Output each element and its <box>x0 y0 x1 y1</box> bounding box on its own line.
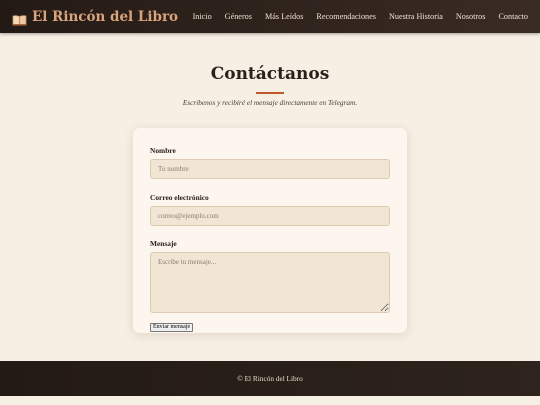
nav-item-nosotros[interactable]: Nosotros <box>456 12 486 21</box>
email-input[interactable] <box>150 206 390 226</box>
name-input[interactable] <box>150 159 390 179</box>
main-nav: Inicio Géneros Más Leídos Recomendacione… <box>193 12 528 21</box>
brand[interactable]: El Rincón del Libro <box>12 8 179 26</box>
site-header: El Rincón del Libro Inicio Géneros Más L… <box>0 0 540 33</box>
name-label: Nombre <box>150 146 176 155</box>
nav-item-mas-leidos[interactable]: Más Leídos <box>265 12 303 21</box>
nav-item-generos[interactable]: Géneros <box>225 12 252 21</box>
open-book-icon <box>12 11 27 26</box>
nav-item-contacto[interactable]: Contacto <box>498 12 528 21</box>
nav-item-inicio[interactable]: Inicio <box>193 12 212 21</box>
nav-item-recomendaciones[interactable]: Recomendaciones <box>316 12 376 21</box>
site-footer: © El Rincón del Libro <box>0 361 540 396</box>
message-textarea[interactable] <box>150 252 390 313</box>
title-underline <box>256 92 284 94</box>
footer-copyright: © El Rincón del Libro <box>237 374 303 383</box>
email-label: Correo electrónico <box>150 193 209 202</box>
message-label: Mensaje <box>150 239 177 248</box>
send-message-button[interactable]: Enviar mensaje <box>150 323 194 332</box>
page-subtitle: Escríbenos y recibiré el mensaje directa… <box>182 98 358 107</box>
brand-name: El Rincón del Libro <box>32 8 179 25</box>
contact-form: Nombre Correo electrónico Mensaje Enviar… <box>133 128 407 333</box>
nav-item-nuestra-historia[interactable]: Nuestra Historia <box>389 12 443 21</box>
page-title: Contáctanos <box>210 64 330 84</box>
